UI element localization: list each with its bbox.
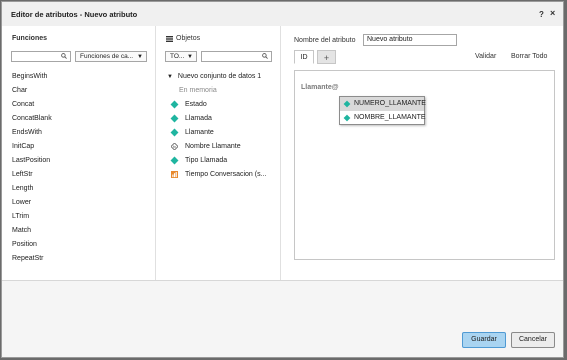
objects-search-input[interactable] bbox=[201, 51, 272, 62]
function-list: BeginsWith Char Concat ConcatBlank EndsWith I… bbox=[12, 70, 52, 266]
function-item[interactable]: Char bbox=[12, 84, 52, 98]
column-divider bbox=[280, 26, 281, 280]
expand-triangle-icon[interactable]: ▼ bbox=[167, 74, 173, 80]
derived-attribute-icon: fx bbox=[171, 143, 178, 150]
help-button[interactable]: ? bbox=[539, 10, 544, 19]
attribute-form-icon bbox=[343, 114, 351, 122]
svg-text:fx: fx bbox=[173, 145, 176, 149]
functions-title: Funciones bbox=[12, 35, 48, 42]
function-item[interactable]: Position bbox=[12, 238, 52, 252]
attribute-name-label: Nombre del atributo bbox=[294, 37, 356, 44]
attribute-icon bbox=[170, 100, 179, 109]
function-item[interactable]: Length bbox=[12, 182, 52, 196]
attribute-form-icon bbox=[343, 100, 351, 108]
tree-item-llamante[interactable]: Llamante bbox=[167, 126, 266, 140]
attribute-name-input[interactable]: Nuevo atributo bbox=[363, 34, 457, 46]
dialog-titlebar: Editor de atributos - Nuevo atributo ? × bbox=[2, 2, 563, 27]
search-icon bbox=[262, 53, 268, 59]
save-button[interactable]: Guardar bbox=[462, 332, 506, 348]
tree-item-label: Llamada bbox=[185, 115, 212, 122]
attribute-icon bbox=[170, 128, 179, 137]
search-icon bbox=[61, 53, 67, 59]
attribute-icon bbox=[170, 114, 179, 123]
function-item[interactable]: LTrim bbox=[12, 210, 52, 224]
suggestion-item[interactable]: NOMBRE_LLAMANTE bbox=[340, 111, 426, 125]
dataset-node[interactable]: ▼ Nuevo conjunto de datos 1 bbox=[167, 70, 266, 84]
tree-item-nombre-llamante[interactable]: fx Nombre Llamante bbox=[167, 140, 266, 154]
object-scope-select[interactable]: TO... ▼ bbox=[165, 51, 197, 62]
object-tree: ▼ Nuevo conjunto de datos 1 En memoria E… bbox=[167, 70, 266, 182]
function-item[interactable]: InitCap bbox=[12, 140, 52, 154]
function-item[interactable]: EndsWith bbox=[12, 126, 52, 140]
suggestion-label: NOMBRE_LLAMANTE bbox=[354, 114, 426, 121]
add-tab-button[interactable]: + bbox=[317, 50, 336, 64]
group-label: En memoria bbox=[179, 87, 217, 94]
suggestion-label: NUMERO_LLAMANTE bbox=[354, 100, 426, 107]
objects-title: Objetos bbox=[176, 35, 201, 42]
dialog-title: Editor de atributos - Nuevo atributo bbox=[11, 10, 138, 19]
tree-item-label: Tiempo Conversacion (s... bbox=[185, 171, 267, 178]
function-category-select[interactable]: Funciones de ca... ▼ bbox=[75, 51, 147, 62]
function-item[interactable]: LastPosition bbox=[12, 154, 52, 168]
function-item[interactable]: Match bbox=[12, 224, 52, 238]
tree-item-tiempo-conversacion[interactable]: Tiempo Conversacion (s... bbox=[167, 168, 266, 182]
object-scope-value: TO... bbox=[170, 53, 185, 60]
tree-item-label: Nombre Llamante bbox=[185, 143, 241, 150]
tree-item-label: Llamante bbox=[185, 129, 214, 136]
autocomplete-popup: NUMERO_LLAMANTE NOMBRE_LLAMANTE bbox=[339, 96, 426, 125]
function-item[interactable]: Concat bbox=[12, 98, 52, 112]
tree-item-label: Tipo Llamada bbox=[185, 157, 228, 164]
validate-button[interactable]: Validar bbox=[475, 53, 496, 60]
functions-search-input[interactable] bbox=[11, 51, 71, 62]
column-divider bbox=[155, 26, 156, 280]
function-item[interactable]: BeginsWith bbox=[12, 70, 52, 84]
attribute-icon bbox=[170, 156, 179, 165]
function-item[interactable]: LeftStr bbox=[12, 168, 52, 182]
function-item[interactable]: RepeatStr bbox=[12, 252, 52, 266]
tree-item-tipo-llamada[interactable]: Tipo Llamada bbox=[167, 154, 266, 168]
chevron-down-icon: ▼ bbox=[137, 54, 143, 60]
tree-item-llamada[interactable]: Llamada bbox=[167, 112, 266, 126]
dataset-label: Nuevo conjunto de datos 1 bbox=[177, 73, 262, 80]
function-item[interactable]: ConcatBlank bbox=[12, 112, 52, 126]
metric-icon bbox=[171, 171, 178, 178]
tree-item-estado[interactable]: Estado bbox=[167, 98, 266, 112]
function-category-value: Funciones de ca... bbox=[80, 53, 134, 60]
suggestion-item[interactable]: NUMERO_LLAMANTE bbox=[340, 97, 426, 111]
attribute-editor-dialog: Editor de atributos - Nuevo atributo ? ×… bbox=[1, 1, 564, 358]
tab-id[interactable]: ID bbox=[294, 50, 314, 64]
clear-all-button[interactable]: Borrar Todo bbox=[511, 53, 547, 60]
close-button[interactable]: × bbox=[550, 8, 555, 18]
expression-text: Llamante@ bbox=[301, 84, 339, 91]
chevron-down-icon: ▼ bbox=[187, 54, 193, 60]
list-icon bbox=[166, 36, 173, 42]
function-item[interactable]: Lower bbox=[12, 196, 52, 210]
cancel-button[interactable]: Cancelar bbox=[511, 332, 555, 348]
tree-item-label: Estado bbox=[185, 101, 207, 108]
